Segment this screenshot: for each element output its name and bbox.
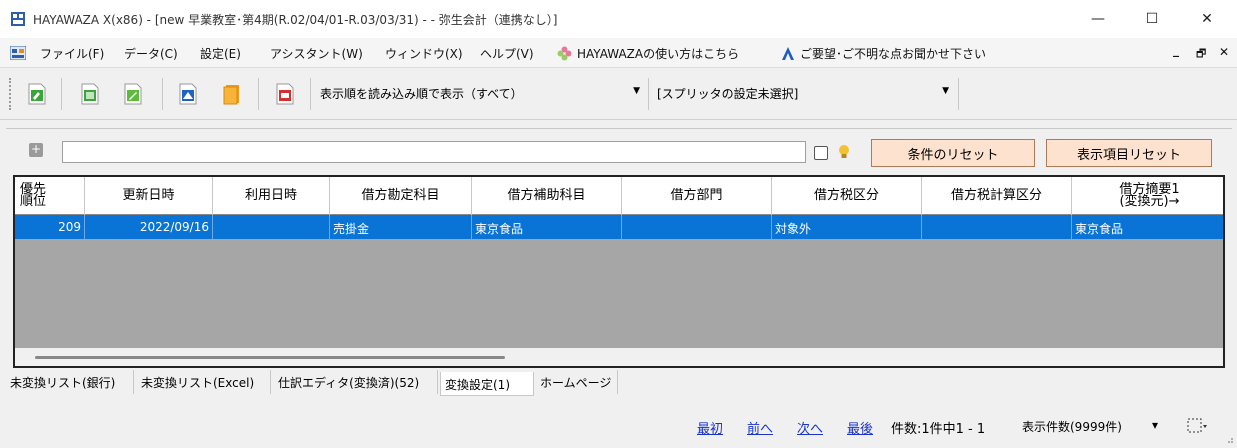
table-row[interactable]: 209 2022/09/16 売掛金 東京食品 対象外 東京食品 <box>15 215 1223 239</box>
cell-debit-account[interactable]: 売掛金 <box>330 215 472 239</box>
menu-feedback-link[interactable]: ご要望･ご不明な点お聞かせ下さい <box>800 45 986 62</box>
menu-file[interactable]: ファイル(F) <box>40 45 104 62</box>
prev-page-link[interactable]: 前へ <box>747 418 773 437</box>
pencil-doc-icon <box>124 83 142 105</box>
blue-up-icon <box>179 83 197 105</box>
reset-columns-button[interactable]: 表示項目リセット <box>1046 139 1212 167</box>
cell-used[interactable] <box>213 215 330 239</box>
filter-input[interactable] <box>62 141 806 163</box>
filter-checkbox[interactable] <box>814 146 828 160</box>
tab-unconverted-bank[interactable]: 未変換リスト(銀行) <box>6 370 134 394</box>
menu-bar: ファイル(F) データ(C) 設定(E) アシスタント(W) ウィンドウ(X) … <box>0 38 1237 68</box>
resize-grip-icon[interactable] <box>1224 434 1234 444</box>
add-filter-button[interactable]: + <box>29 143 43 157</box>
cell-debit-tax-class[interactable]: 対象外 <box>772 215 922 239</box>
cell-debit-department[interactable] <box>622 215 772 239</box>
first-page-link[interactable]: 最初 <box>697 418 723 437</box>
cell-debit-tax-calc[interactable] <box>922 215 1072 239</box>
col-updated[interactable]: 更新日時 <box>85 177 213 215</box>
status-bar: 最初 前へ 次へ 最後 件数:1件中1 - 1 表示件数(9999件) ▾ <box>0 404 1237 448</box>
red-doc-icon <box>276 83 294 105</box>
table-button[interactable] <box>78 81 102 107</box>
cell-debit-sub-account[interactable]: 東京食品 <box>472 215 622 239</box>
close-button[interactable]: ✕ <box>1184 0 1230 38</box>
chevron-down-icon[interactable]: ▾ <box>1152 418 1158 432</box>
col-debit-memo[interactable]: 借方摘要1 (変換元)→ <box>1072 177 1223 215</box>
col-debit-tax-class[interactable]: 借方税区分 <box>772 177 922 215</box>
tab-journal-editor[interactable]: 仕訳エディタ(変換済)(52) <box>274 370 438 394</box>
menu-settings[interactable]: 設定(E) <box>200 45 241 62</box>
next-page-link[interactable]: 次へ <box>797 418 823 437</box>
mdi-minimize-button[interactable]: _ <box>1173 43 1179 57</box>
mdi-child-icon[interactable] <box>10 46 26 60</box>
col-priority[interactable]: 優先 順位 <box>15 177 85 215</box>
window-title: HAYAWAZA X(x86) - [new 早業教室･第4期(R.02/04/… <box>33 13 558 27</box>
last-page-link[interactable]: 最後 <box>847 418 873 437</box>
menu-assistant[interactable]: アシスタント(W) <box>270 45 363 62</box>
selection-icon[interactable] <box>1187 418 1207 434</box>
col-debit-account[interactable]: 借方勘定科目 <box>330 177 472 215</box>
mdi-close-button[interactable]: ✕ <box>1219 45 1229 59</box>
lightbulb-icon[interactable] <box>837 144 851 160</box>
app-icon <box>11 12 25 26</box>
upload-button[interactable] <box>176 81 200 107</box>
edit-button[interactable] <box>121 81 145 107</box>
toolbar-grip[interactable] <box>9 78 12 110</box>
title-bar: HAYAWAZA X(x86) - [new 早業教室･第4期(R.02/04/… <box>0 0 1237 38</box>
col-debit-sub-account[interactable]: 借方補助科目 <box>472 177 622 215</box>
splitter-combo[interactable]: [スプリッタの設定未選択] ▼ <box>653 82 955 106</box>
new-file-button[interactable] <box>25 81 49 107</box>
chevron-down-icon: ▼ <box>633 86 640 96</box>
chevron-down-icon: ▼ <box>942 86 949 96</box>
col-debit-tax-calc[interactable]: 借方税計算区分 <box>922 177 1072 215</box>
menu-data[interactable]: データ(C) <box>124 45 178 62</box>
col-used[interactable]: 利用日時 <box>213 177 330 215</box>
col-debit-department[interactable]: 借方部門 <box>622 177 772 215</box>
green-doc-icon <box>28 83 46 105</box>
green-table-icon <box>81 83 99 105</box>
cell-priority[interactable]: 209 <box>15 215 85 239</box>
mdi-restore-button[interactable]: 🗗 <box>1196 45 1206 64</box>
tab-unconverted-excel[interactable]: 未変換リスト(Excel) <box>137 370 271 394</box>
menu-window[interactable]: ウィンドウ(X) <box>385 45 463 62</box>
sort-order-value: 表示順を読み込み順で表示（すべて） <box>320 87 523 101</box>
maximize-button[interactable]: ☐ <box>1129 0 1175 38</box>
menu-help[interactable]: ヘルプ(V) <box>480 45 534 62</box>
conversion-settings-panel: + 条件のリセット 表示項目リセット 優先 順位 更新日時 利用日時 借方勘定科… <box>6 128 1232 368</box>
menu-howto-link[interactable]: HAYAWAZAの使い方はこちら <box>577 45 739 62</box>
grid-header: 優先 順位 更新日時 利用日時 借方勘定科目 借方補助科目 借方部門 借方税区分… <box>15 177 1223 215</box>
record-count: 件数:1件中1 - 1 <box>891 422 986 437</box>
splitter-value: [スプリッタの設定未選択] <box>657 87 799 101</box>
copy-button[interactable] <box>220 81 244 107</box>
data-grid: 優先 順位 更新日時 利用日時 借方勘定科目 借方補助科目 借方部門 借方税区分… <box>13 175 1225 368</box>
reset-conditions-button[interactable]: 条件のリセット <box>871 139 1035 167</box>
toolbar: 表示順を読み込み順で表示（すべて） ▼ [スプリッタの設定未選択] ▼ <box>0 68 1237 120</box>
pdf-button[interactable] <box>273 81 297 107</box>
flower-icon <box>557 46 572 61</box>
cell-debit-memo[interactable]: 東京食品 <box>1072 215 1223 239</box>
minimize-button[interactable]: — <box>1075 0 1121 38</box>
orange-doc-icon <box>223 85 239 105</box>
cell-updated[interactable]: 2022/09/16 <box>85 215 213 239</box>
sort-order-combo[interactable]: 表示順を読み込み順で表示（すべて） ▼ <box>316 82 646 106</box>
tab-homepage[interactable]: ホームページ <box>536 370 618 394</box>
scrollbar-thumb[interactable] <box>35 356 505 359</box>
tab-conversion-settings[interactable]: 変換設定(1) <box>440 372 534 396</box>
horizontal-scrollbar[interactable] <box>15 348 1223 366</box>
a-logo-icon <box>782 47 794 60</box>
display-count-label[interactable]: 表示件数(9999件) <box>1022 418 1122 435</box>
sheet-tabs: 未変換リスト(銀行) 未変換リスト(Excel) 仕訳エディタ(変換済)(52)… <box>6 370 1232 398</box>
